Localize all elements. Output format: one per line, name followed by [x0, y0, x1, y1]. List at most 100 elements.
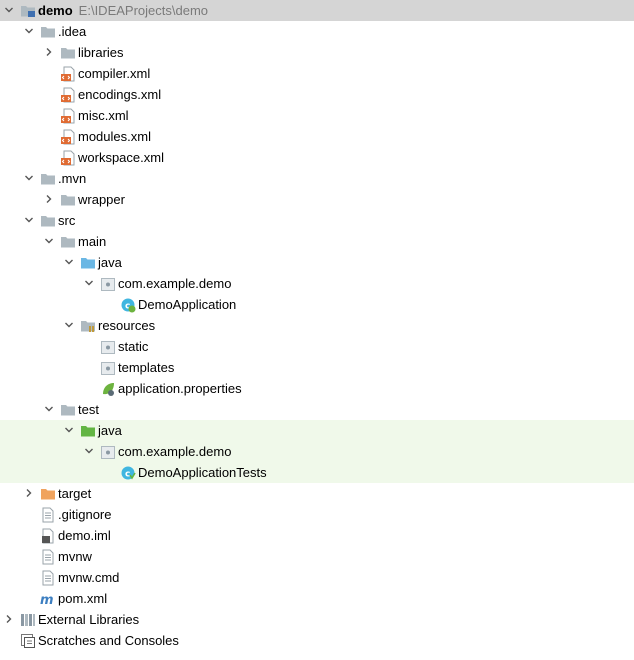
tree-node[interactable]: mvnw.cmd: [0, 567, 634, 588]
tree-node[interactable]: resources: [0, 315, 634, 336]
tree-node[interactable]: modules.xml: [0, 126, 634, 147]
tree-node-name: application.properties: [118, 381, 242, 396]
tree-node[interactable]: encodings.xml: [0, 84, 634, 105]
tree-node-label: workspace.xml: [78, 150, 164, 165]
tree-node-name: mvnw.cmd: [58, 570, 120, 585]
tree-node-label: com.example.demo: [118, 276, 231, 291]
tree-node-name: src: [58, 213, 76, 228]
tree-node-label: static: [118, 339, 148, 354]
tree-node-label: demo E:\IDEAProjects\demo: [38, 3, 208, 18]
xml-file-icon: [60, 129, 76, 145]
tree-node-name: .gitignore: [58, 507, 112, 522]
tree-node[interactable]: Scratches and Consoles: [0, 630, 634, 651]
tree-node-label: Scratches and Consoles: [38, 633, 179, 648]
chevron-down-icon[interactable]: [44, 404, 54, 414]
folder-icon: [40, 213, 56, 229]
tree-node-label: misc.xml: [78, 108, 129, 123]
chevron-down-icon[interactable]: [64, 320, 74, 330]
tree-node[interactable]: mvnw: [0, 546, 634, 567]
tree-node-label: DemoApplication: [138, 297, 236, 312]
folder-icon: [40, 171, 56, 187]
tree-node-label: .mvn: [58, 171, 86, 186]
tree-node[interactable]: wrapper: [0, 189, 634, 210]
package-icon: [100, 339, 116, 355]
spring-class-icon: c: [120, 297, 136, 313]
tree-node[interactable]: src: [0, 210, 634, 231]
tree-node-name: modules.xml: [78, 129, 151, 144]
chevron-down-icon[interactable]: [84, 278, 94, 288]
chevron-down-icon[interactable]: [24, 26, 34, 36]
tree-node[interactable]: java: [0, 420, 634, 441]
tree-node-label: java: [98, 423, 122, 438]
tree-node-name: java: [98, 255, 122, 270]
chevron-right-icon[interactable]: [4, 614, 14, 624]
tree-node[interactable]: workspace.xml: [0, 147, 634, 168]
tree-node-name: com.example.demo: [118, 276, 232, 291]
scratches-icon: [20, 633, 36, 649]
project-path: E:\IDEAProjects\demo: [78, 3, 208, 18]
chevron-down-icon[interactable]: [64, 257, 74, 267]
tree-node[interactable]: .mvn: [0, 168, 634, 189]
chevron-down-icon[interactable]: [64, 425, 74, 435]
chevron-right-icon[interactable]: [44, 194, 54, 204]
package-icon: [100, 276, 116, 292]
tree-node-label: encodings.xml: [78, 87, 161, 102]
tree-node[interactable]: c DemoApplication: [0, 294, 634, 315]
tree-node-label: templates: [118, 360, 174, 375]
tree-node-label: libraries: [78, 45, 124, 60]
test-class-icon: c: [120, 465, 136, 481]
tree-node[interactable]: static: [0, 336, 634, 357]
tree-node-name: External Libraries: [38, 612, 140, 627]
tree-node[interactable]: c DemoApplicationTests: [0, 462, 634, 483]
tree-node[interactable]: misc.xml: [0, 105, 634, 126]
xml-file-icon: [60, 66, 76, 82]
text-file-icon: [40, 507, 56, 523]
tree-node[interactable]: com.example.demo: [0, 273, 634, 294]
tree-node-name: compiler.xml: [78, 66, 151, 81]
chevron-down-icon[interactable]: [44, 236, 54, 246]
tree-node[interactable]: java: [0, 252, 634, 273]
tree-node[interactable]: .idea: [0, 21, 634, 42]
chevron-right-icon[interactable]: [24, 488, 34, 498]
tree-node[interactable]: .gitignore: [0, 504, 634, 525]
xml-file-icon: [60, 87, 76, 103]
package-icon: [100, 360, 116, 376]
tree-node[interactable]: com.example.demo: [0, 441, 634, 462]
tree-node-label: pom.xml: [58, 591, 107, 606]
module-folder-icon: [20, 3, 36, 19]
tree-node[interactable]: compiler.xml: [0, 63, 634, 84]
tree-node[interactable]: External Libraries: [0, 609, 634, 630]
tree-node-label: src: [58, 213, 75, 228]
tree-node-label: mvnw: [58, 549, 92, 564]
chevron-down-icon[interactable]: [4, 5, 14, 15]
tree-node-name: com.example.demo: [118, 444, 232, 459]
tree-node-label: test: [78, 402, 99, 417]
tree-node-label: compiler.xml: [78, 66, 150, 81]
text-file-icon: [40, 570, 56, 586]
chevron-down-icon[interactable]: [24, 215, 34, 225]
tree-node-name: DemoApplication: [138, 297, 237, 312]
tree-node[interactable]: demo.iml: [0, 525, 634, 546]
libraries-icon: [20, 612, 36, 628]
tree-node[interactable]: libraries: [0, 42, 634, 63]
tree-node[interactable]: application.properties: [0, 378, 634, 399]
tree-node-label: java: [98, 255, 122, 270]
tree-node[interactable]: demo E:\IDEAProjects\demo: [0, 0, 634, 21]
tree-node-name: target: [58, 486, 92, 501]
tree-node-label: demo.iml: [58, 528, 111, 543]
maven-file-icon: m: [40, 591, 56, 607]
tree-node-name: wrapper: [78, 192, 125, 207]
chevron-down-icon[interactable]: [24, 173, 34, 183]
tree-node[interactable]: test: [0, 399, 634, 420]
folder-icon: [60, 192, 76, 208]
chevron-right-icon[interactable]: [44, 47, 54, 57]
tree-node[interactable]: main: [0, 231, 634, 252]
folder-icon: [60, 45, 76, 61]
tree-node[interactable]: m pom.xml: [0, 588, 634, 609]
source-folder-icon: [80, 255, 96, 271]
tree-node[interactable]: templates: [0, 357, 634, 378]
chevron-down-icon[interactable]: [84, 446, 94, 456]
tree-node-name: encodings.xml: [78, 87, 162, 102]
tree-node[interactable]: target: [0, 483, 634, 504]
excluded-folder-icon: [40, 486, 56, 502]
